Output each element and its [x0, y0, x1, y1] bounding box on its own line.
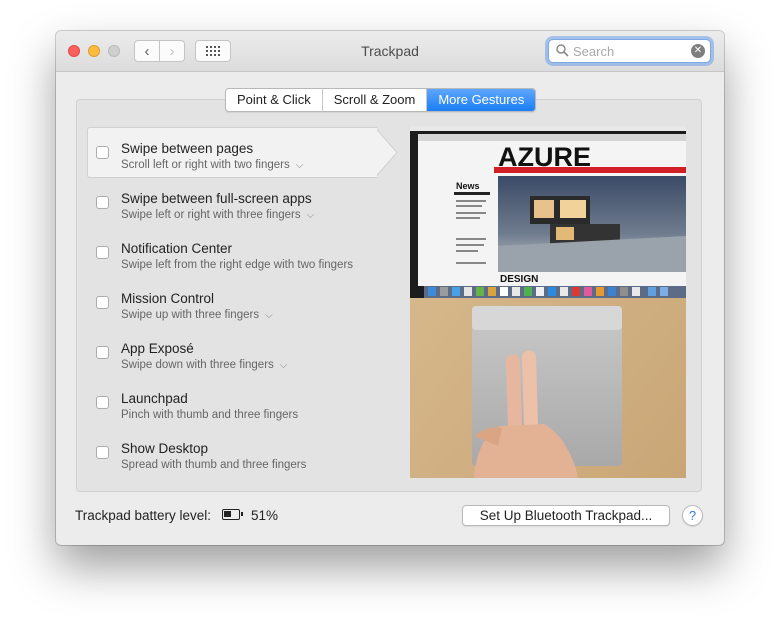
gesture-option-menu[interactable]: Swipe up with three fingers ⌵ — [121, 309, 273, 321]
minimize-button[interactable] — [88, 45, 100, 57]
gesture-description: Pinch with thumb and three fingers — [121, 409, 299, 421]
preview-illustration: AZURE News DESIGN — [410, 126, 686, 478]
gesture-description: Scroll left or right with two fingers — [121, 159, 290, 171]
setup-bluetooth-trackpad-button[interactable]: Set Up Bluetooth Trackpad... — [462, 505, 670, 526]
selection-pointer — [375, 127, 398, 178]
chevron-left-icon: ‹ — [144, 42, 150, 60]
gesture-name: Launchpad — [121, 391, 188, 406]
tab-scroll-zoom[interactable]: Scroll & Zoom — [323, 89, 428, 111]
chevron-down-icon: ⌵ — [279, 360, 288, 371]
gesture-name: Swipe between pages — [121, 141, 254, 156]
close-button[interactable] — [68, 45, 80, 57]
checkbox-launchpad[interactable] — [96, 396, 109, 409]
gesture-description: Swipe up with three fingers — [121, 309, 260, 321]
gesture-option-menu[interactable]: Swipe left or right with three fingers ⌵ — [121, 209, 314, 221]
checkbox-show-desktop[interactable] — [96, 446, 109, 459]
chevron-down-icon: ⌵ — [265, 310, 273, 321]
design-heading: DESIGN — [500, 274, 538, 285]
search-icon — [556, 44, 569, 57]
battery-percent: 51% — [251, 508, 279, 523]
tab-bar: Point & Click Scroll & Zoom More Gesture… — [225, 88, 537, 112]
chevron-down-icon: ⌵ — [295, 160, 304, 171]
chevron-down-icon: ⌵ — [306, 210, 315, 221]
battery-nub — [241, 512, 243, 516]
search-field[interactable]: Search ✕ — [548, 39, 711, 63]
forward-button: › — [159, 40, 185, 62]
clear-search-icon[interactable]: ✕ — [691, 44, 705, 58]
gesture-option-menu[interactable]: Scroll left or right with two fingers ⌵ — [121, 159, 303, 171]
gesture-name: Notification Center — [121, 241, 233, 256]
chevron-right-icon: › — [169, 42, 175, 60]
battery-level-label: Trackpad battery level: — [75, 508, 212, 523]
battery-icon — [222, 509, 243, 520]
news-heading: News — [456, 181, 480, 191]
search-placeholder: Search — [573, 44, 615, 59]
gesture-name: App Exposé — [121, 341, 194, 356]
grid-icon — [206, 46, 220, 56]
tab-more-gestures[interactable]: More Gestures — [427, 89, 536, 111]
tab-point-click[interactable]: Point & Click — [226, 89, 323, 111]
gesture-preview-video: AZURE News DESIGN — [410, 126, 686, 478]
gesture-description: Swipe left from the right edge with two … — [121, 259, 354, 271]
gesture-description: Swipe left or right with three fingers — [121, 209, 301, 221]
gesture-name: Mission Control — [121, 291, 215, 306]
gesture-description: Swipe down with three fingers — [121, 359, 274, 371]
checkbox-swipe-pages[interactable] — [96, 146, 109, 159]
battery-fill — [224, 511, 231, 517]
back-button[interactable]: ‹ — [134, 40, 160, 62]
checkbox-swipe-fullscreen[interactable] — [96, 196, 109, 209]
show-all-button[interactable] — [195, 40, 231, 62]
zoom-button — [108, 45, 120, 57]
gesture-description: Spread with thumb and three fingers — [121, 459, 307, 471]
gesture-option-menu[interactable]: Swipe down with three fingers ⌵ — [121, 359, 287, 371]
checkbox-mission-control[interactable] — [96, 296, 109, 309]
checkbox-notification-center[interactable] — [96, 246, 109, 259]
gesture-name: Swipe between full-screen apps — [121, 191, 312, 206]
checkbox-app-expose[interactable] — [96, 346, 109, 359]
window-title: Trackpad — [361, 43, 419, 59]
help-icon: ? — [688, 508, 697, 523]
title-bar: ‹ › Trackpad Search ✕ — [56, 31, 724, 72]
help-button[interactable]: ? — [682, 505, 703, 526]
gesture-name: Show Desktop — [121, 441, 209, 456]
